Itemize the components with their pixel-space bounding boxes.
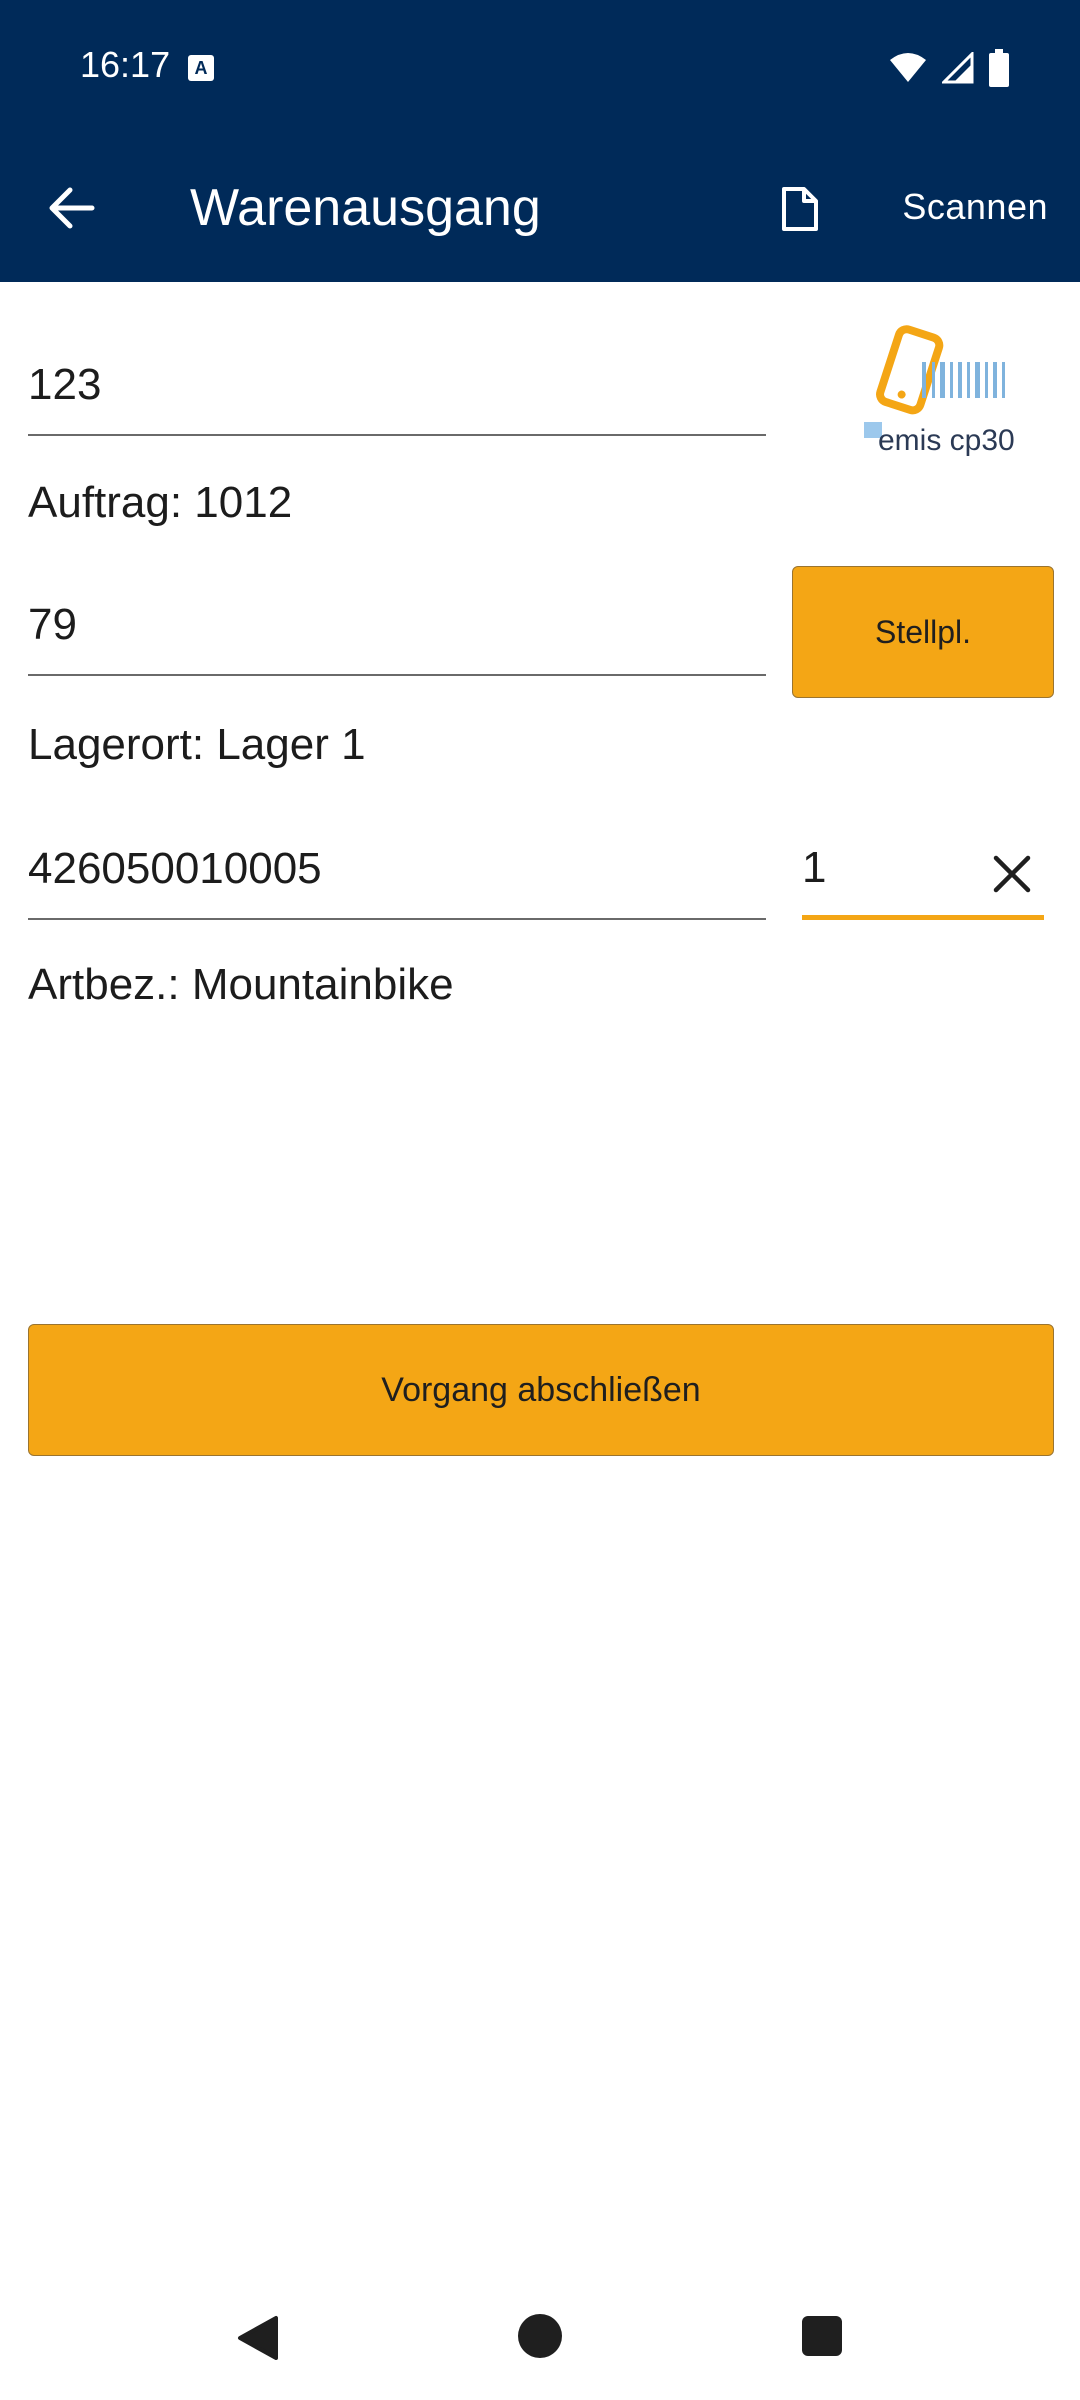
nav-home-icon[interactable] [518,2314,562,2358]
article-info: Artbez.: Mountainbike [28,960,454,1009]
nav-back-icon[interactable] [236,2314,280,2362]
cell-signal-icon [942,52,974,84]
battery-icon [989,49,1009,87]
document-icon[interactable] [780,186,820,232]
scan-button[interactable]: Scannen [902,186,1048,228]
page-title: Warenausgang [190,179,541,237]
location-info: Lagerort: Lager 1 [28,720,366,769]
wifi-icon [890,53,926,82]
quantity-value: 1 [802,843,827,892]
finish-process-button[interactable]: Vorgang abschließen [28,1324,1054,1456]
storage-location-button[interactable]: Stellpl. [792,566,1054,698]
app-bar: 16:17 A Warenausgang Scannen [0,0,1080,282]
status-time: 16:17 [80,44,171,85]
article-value: 426050010005 [28,844,322,893]
back-arrow-icon[interactable] [44,180,100,236]
article-input[interactable]: 426050010005 [28,820,766,920]
close-icon[interactable] [990,852,1034,896]
keyboard-notification-icon: A [188,55,214,81]
order-number-input[interactable]: 123 [28,336,766,436]
location-value: 79 [28,600,77,649]
nav-recents-icon[interactable] [802,2316,842,2356]
order-info: Auftrag: 1012 [28,478,293,527]
order-number-value: 123 [28,360,102,409]
logo-text: emis cp30 [878,424,1015,457]
status-icons [888,48,1010,88]
location-input[interactable]: 79 [28,576,766,676]
